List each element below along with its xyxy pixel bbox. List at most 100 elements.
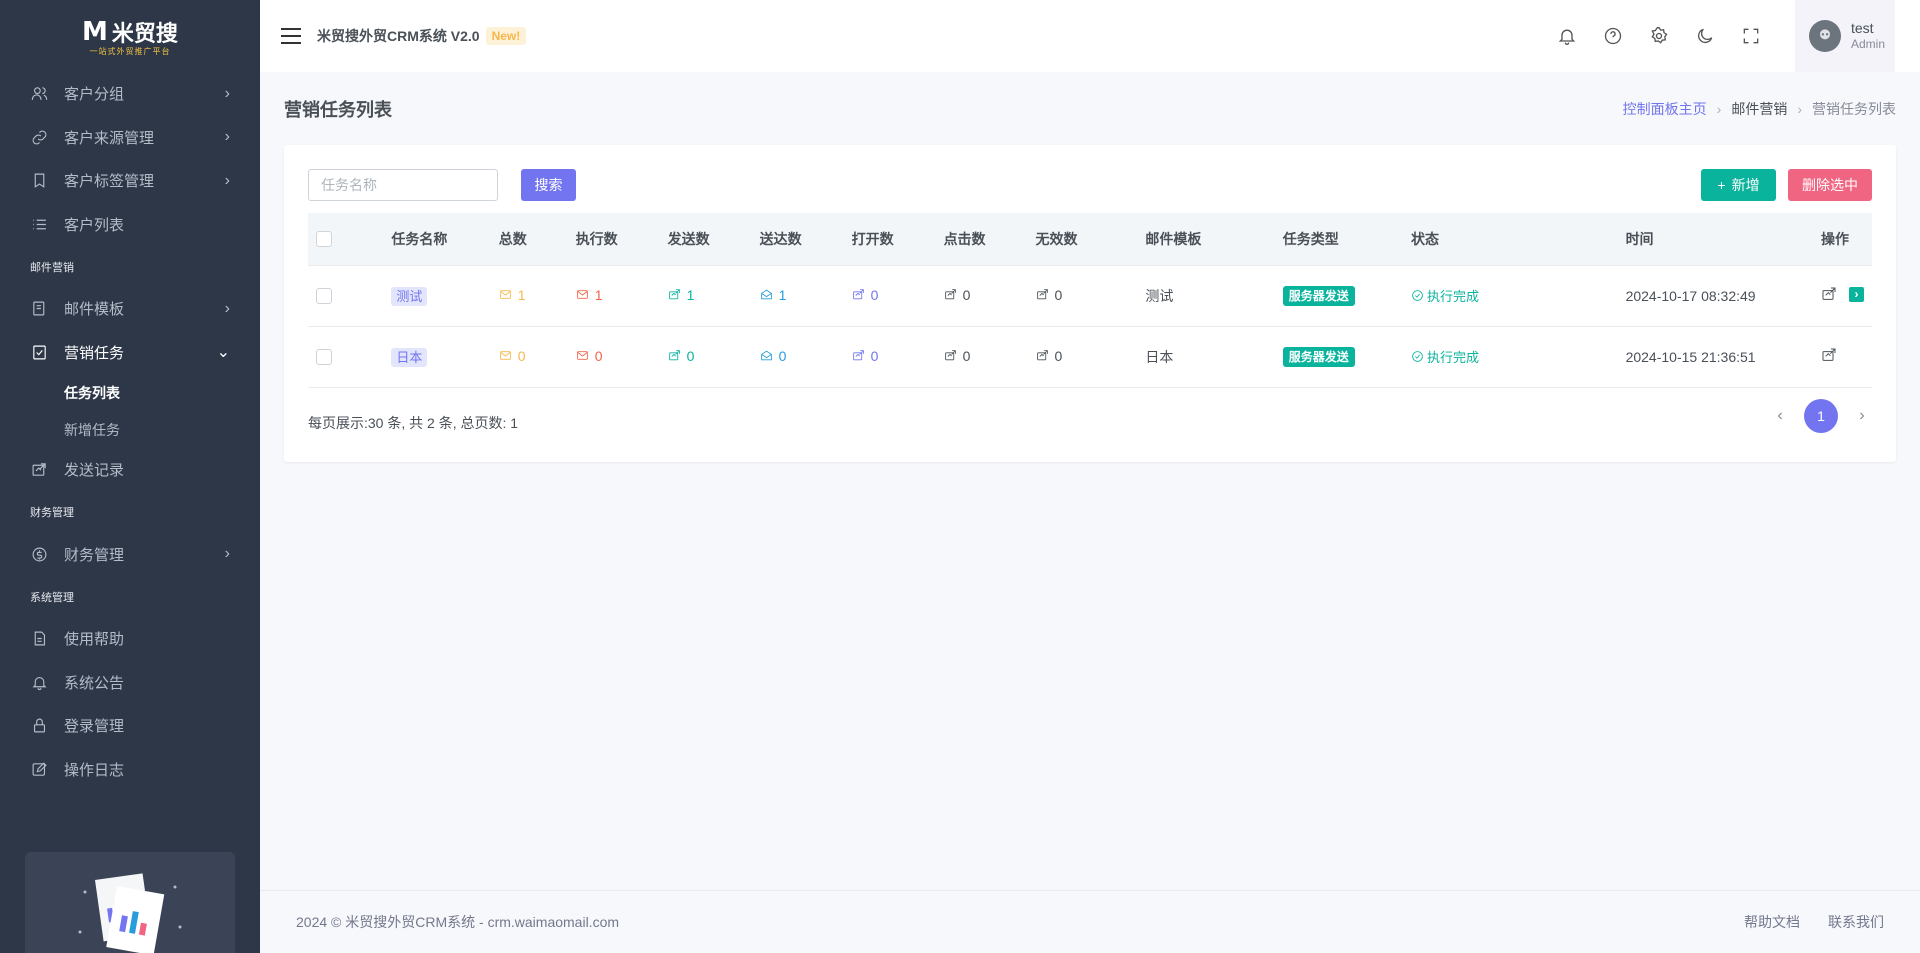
check-circle-icon	[1412, 290, 1423, 301]
col-clicked[interactable]: 点击数	[936, 213, 1028, 265]
col-opened[interactable]: 打开数	[844, 213, 936, 265]
sidebar-item-label: 营销任务	[64, 344, 125, 362]
mail-sent-icon	[668, 350, 680, 361]
send-icon	[30, 461, 48, 479]
sidebar-section-system: 系统管理	[30, 591, 74, 604]
sidebar-item-help[interactable]: 使用帮助	[0, 617, 260, 661]
pagination: ‹ 1 ›	[1770, 399, 1872, 433]
sidebar-subitem-new-task[interactable]: 新增任务	[0, 411, 260, 448]
mail-sent-icon	[668, 289, 680, 300]
notification-bell-icon[interactable]	[1554, 23, 1580, 49]
select-all-checkbox[interactable]	[316, 231, 332, 248]
topbar: 米贸搜外贸CRM系统 V2.0 New! test Admin	[260, 0, 1920, 72]
user-menu[interactable]: test Admin	[1795, 0, 1895, 72]
mail-send-action-icon[interactable]	[1821, 286, 1837, 302]
sidebar-subitem-task-list[interactable]: 任务列表	[0, 374, 260, 411]
col-status[interactable]: 状态	[1403, 213, 1618, 265]
next-page-icon[interactable]: ›	[1852, 407, 1872, 425]
sidebar-item-label: 系统公告	[64, 674, 125, 692]
pagination-info: 每页展示:30 条, 共 2 条, 总页数: 1	[308, 415, 519, 431]
col-time[interactable]: 时间	[1618, 213, 1813, 265]
add-task-button[interactable]: + 新增	[1701, 169, 1776, 201]
sent-count: 0	[686, 347, 695, 364]
edit-icon	[30, 760, 48, 778]
sidebar-item-customer-list[interactable]: 客户列表	[0, 203, 260, 247]
delete-selected-button[interactable]: 删除选中	[1788, 169, 1872, 201]
task-name-badge[interactable]: 日本	[391, 348, 428, 367]
col-executed[interactable]: 执行数	[568, 213, 660, 265]
fullscreen-icon[interactable]	[1738, 23, 1764, 49]
sidebar-item-operation-log[interactable]: 操作日志	[0, 748, 260, 792]
search-button[interactable]: 搜索	[521, 169, 576, 201]
sidebar-item-label: 客户来源管理	[64, 129, 155, 147]
user-role: Admin	[1851, 37, 1886, 52]
mail-delivered-icon	[760, 289, 772, 300]
clicked-count: 0	[962, 347, 971, 364]
footer-help-link[interactable]: 帮助文档	[1744, 912, 1800, 932]
template-name: 日本	[1145, 348, 1174, 365]
task-name-badge[interactable]: 测试	[391, 287, 428, 306]
bookmark-icon	[30, 172, 48, 190]
hamburger-menu-icon[interactable]	[281, 28, 301, 44]
mail-clicked-icon	[944, 350, 956, 361]
breadcrumb-current: 营销任务列表	[1812, 101, 1896, 117]
task-table: 任务名称 总数 执行数 发送数 送达数 打开数 点击数 无效数 邮件模板 任务类…	[308, 213, 1872, 388]
col-total[interactable]: 总数	[491, 213, 568, 265]
add-label: 新增	[1731, 177, 1760, 193]
mail-opened-icon	[852, 350, 864, 361]
sidebar-item-marketing-task[interactable]: 营销任务 ⌄	[0, 331, 260, 375]
sidebar-item-label: 使用帮助	[64, 631, 125, 649]
col-task-type[interactable]: 任务类型	[1275, 213, 1403, 265]
sidebar-item-customer-source[interactable]: 客户来源管理 ›	[0, 116, 260, 160]
user-name: test	[1851, 20, 1874, 37]
col-invalid[interactable]: 无效数	[1028, 213, 1138, 265]
opened-count: 0	[870, 347, 879, 364]
logo-m-icon: M	[82, 16, 108, 47]
table-row: 测试 1 1 1 1 0 0 0 测试 服务器发送 执行完成 2024-10-1…	[308, 265, 1872, 326]
task-time: 2024-10-15 21:36:51	[1625, 348, 1756, 365]
dark-mode-moon-icon[interactable]	[1692, 23, 1718, 49]
footer-copyright: 2024 © 米贸搜外贸CRM系统 - crm.waimaomail.com	[296, 914, 620, 930]
prev-page-icon[interactable]: ‹	[1770, 407, 1790, 425]
sidebar-item-announcement[interactable]: 系统公告	[0, 661, 260, 705]
breadcrumb-dashboard[interactable]: 控制面板主页	[1623, 99, 1707, 119]
sidebar-item-label: 客户列表	[64, 216, 125, 234]
settings-gear-icon[interactable]	[1646, 23, 1672, 49]
sidebar-section-mail: 邮件营销	[30, 261, 74, 274]
sidebar-item-customer-group[interactable]: 客户分组 ›	[0, 72, 260, 116]
task-name-search-input[interactable]	[308, 169, 498, 201]
mail-send-action-icon[interactable]	[1821, 347, 1837, 363]
footer-contact-link[interactable]: 联系我们	[1828, 912, 1884, 932]
brand-logo[interactable]: M 米贸搜 一站式外贸推广平台	[0, 0, 260, 72]
clicked-count: 0	[962, 286, 971, 303]
page-number-1[interactable]: 1	[1804, 399, 1838, 433]
sidebar-promo-illustration	[25, 852, 235, 953]
mail-clicked-icon	[944, 289, 956, 300]
sidebar-item-send-record[interactable]: 发送记录	[0, 448, 260, 492]
sidebar-section-finance: 财务管理	[30, 507, 74, 519]
view-details-icon[interactable]: ›	[1849, 286, 1864, 302]
sidebar-item-login-mgmt[interactable]: 登录管理	[0, 704, 260, 748]
delivered-count: 1	[778, 286, 787, 303]
row-checkbox[interactable]	[316, 349, 332, 366]
breadcrumb-mail-marketing[interactable]: 邮件营销	[1731, 99, 1787, 119]
executed-count: 0	[594, 347, 603, 364]
sidebar-item-mail-template[interactable]: 邮件模板 ›	[0, 287, 260, 331]
mail-executed-icon	[576, 290, 588, 299]
bell-icon	[30, 673, 48, 691]
col-template[interactable]: 邮件模板	[1137, 213, 1274, 265]
avatar	[1809, 20, 1841, 52]
new-badge: New!	[485, 27, 527, 45]
col-sent[interactable]: 发送数	[660, 213, 752, 265]
col-delivered[interactable]: 送达数	[752, 213, 844, 265]
row-checkbox[interactable]	[316, 288, 332, 305]
task-type-badge: 服务器发送	[1282, 347, 1355, 367]
lock-icon	[30, 717, 48, 735]
logo-subtitle: 一站式外贸推广平台	[89, 46, 171, 56]
help-circle-icon[interactable]	[1600, 23, 1626, 49]
col-task-name[interactable]: 任务名称	[383, 213, 490, 265]
sidebar-item-finance[interactable]: 财务管理 ›	[0, 533, 260, 577]
sidebar-item-label: 发送记录	[64, 462, 125, 480]
sidebar-item-customer-tag[interactable]: 客户标签管理 ›	[0, 159, 260, 203]
sidebar-item-label: 客户分组	[64, 86, 125, 104]
